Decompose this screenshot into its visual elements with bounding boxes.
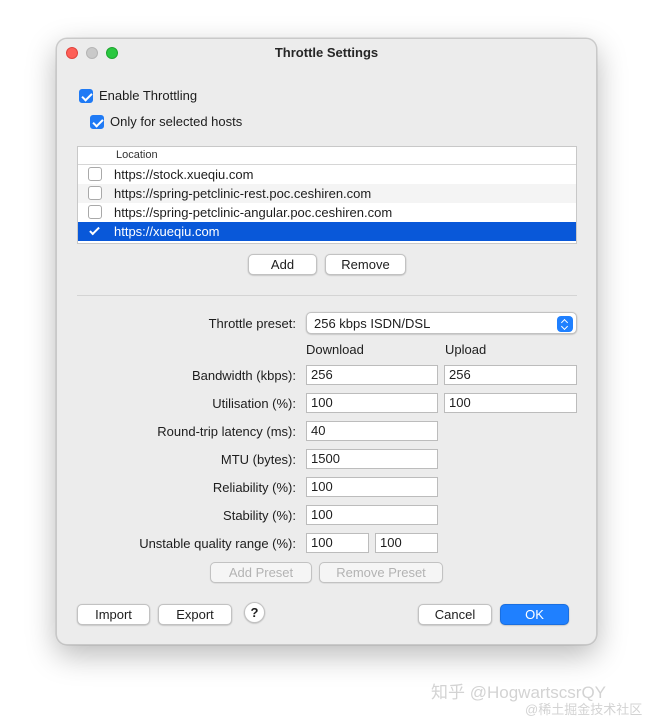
table-row[interactable]: https://spring-petclinic-angular.poc.ces… [78, 203, 576, 222]
utilisation-label: Utilisation (%): [212, 396, 296, 411]
unstable-range-max-input[interactable]: 100 [375, 533, 438, 553]
reliability-input[interactable]: 100 [306, 477, 438, 497]
latency-input[interactable]: 40 [306, 421, 438, 441]
host-url: https://spring-petclinic-rest.poc.ceshir… [114, 186, 372, 201]
bandwidth-download-input[interactable]: 256 [306, 365, 438, 385]
host-checkbox[interactable] [88, 167, 102, 181]
close-window-button[interactable] [66, 47, 78, 59]
remove-preset-button[interactable]: Remove Preset [319, 562, 443, 583]
host-url: https://stock.xueqiu.com [114, 167, 254, 182]
only-selected-hosts-label[interactable]: Only for selected hosts [110, 114, 242, 129]
reliability-label: Reliability (%): [212, 480, 296, 495]
host-checkbox[interactable] [88, 205, 102, 219]
throttle-preset-value: 256 kbps ISDN/DSL [314, 316, 431, 331]
location-column-header[interactable]: Location [78, 147, 576, 165]
only-selected-hosts-checkbox[interactable] [90, 115, 104, 129]
host-checkbox[interactable] [88, 186, 102, 200]
throttle-settings-window: Throttle Settings Enable Throttling Only… [56, 38, 597, 645]
hosts-table: Location https://stock.xueqiu.com https:… [77, 146, 577, 244]
help-button[interactable]: ? [244, 602, 265, 623]
host-url: https://xueqiu.com [114, 224, 220, 239]
bandwidth-label: Bandwidth (kbps): [191, 368, 296, 383]
remove-host-button[interactable]: Remove [325, 254, 406, 275]
throttle-preset-select[interactable]: 256 kbps ISDN/DSL [306, 312, 577, 334]
bandwidth-upload-input[interactable]: 256 [444, 365, 577, 385]
ok-button[interactable]: OK [500, 604, 569, 625]
mtu-label: MTU (bytes): [220, 452, 296, 467]
throttle-preset-label: Throttle preset: [208, 316, 296, 331]
chevron-up-down-icon [557, 316, 573, 332]
table-row[interactable]: https://spring-petclinic-rest.poc.ceshir… [78, 184, 576, 203]
stability-input[interactable]: 100 [306, 505, 438, 525]
unstable-range-min-input[interactable]: 100 [306, 533, 369, 553]
add-preset-button[interactable]: Add Preset [210, 562, 312, 583]
download-column-label: Download [306, 342, 364, 357]
unstable-range-label: Unstable quality range (%): [139, 536, 296, 551]
export-button[interactable]: Export [158, 604, 232, 625]
checkmark-icon[interactable] [89, 224, 100, 236]
latency-label: Round-trip latency (ms): [157, 424, 296, 439]
divider [77, 295, 577, 296]
watermark-juejin: @稀土掘金技术社区 [525, 702, 643, 717]
import-button[interactable]: Import [77, 604, 150, 625]
upload-column-label: Upload [445, 342, 487, 357]
enable-throttling-label[interactable]: Enable Throttling [99, 88, 197, 103]
stability-label: Stability (%): [223, 508, 296, 523]
mtu-input[interactable]: 1500 [306, 449, 438, 469]
utilisation-download-input[interactable]: 100 [306, 393, 438, 413]
table-row[interactable]: https://stock.xueqiu.com [78, 165, 576, 184]
minimize-window-button[interactable] [86, 47, 98, 59]
utilisation-upload-input[interactable]: 100 [444, 393, 577, 413]
window-title: Throttle Settings [274, 45, 379, 60]
enable-throttling-checkbox[interactable] [79, 89, 93, 103]
host-url: https://spring-petclinic-angular.poc.ces… [114, 205, 393, 220]
zoom-window-button[interactable] [106, 47, 118, 59]
table-row-selected[interactable]: https://xueqiu.com [78, 222, 576, 241]
cancel-button[interactable]: Cancel [418, 604, 492, 625]
add-host-button[interactable]: Add [248, 254, 317, 275]
